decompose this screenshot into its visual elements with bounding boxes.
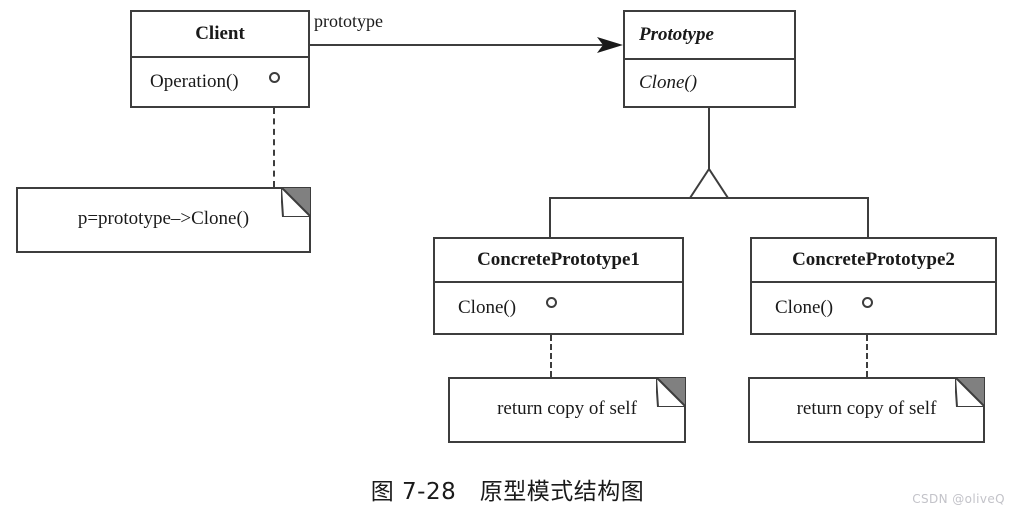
note-text: p=prototype–>Clone()	[77, 208, 250, 229]
class-name-client: Client	[132, 12, 308, 58]
interface-lollipop-concreteprototype1	[546, 297, 557, 308]
note-box-concreteprototype2[interactable]: return copy of self	[748, 377, 985, 443]
generalization-triangle-icon	[688, 167, 730, 199]
note-fold-corner-icon	[656, 377, 686, 407]
class-members-concreteprototype2: Clone()	[752, 283, 995, 333]
class-members-concreteprototype1: Clone()	[435, 283, 682, 333]
generalization-bus	[549, 197, 869, 199]
class-name-concreteprototype2: ConcretePrototype2	[752, 239, 995, 283]
note-anchor-concreteprototype1	[550, 335, 552, 377]
class-members-prototype: Clone()	[625, 60, 794, 106]
generalization-drop-concreteprototype2	[867, 197, 869, 237]
watermark: CSDN @oliveQ	[912, 492, 1005, 506]
class-name-text: Prototype	[639, 24, 714, 45]
class-member-text: Clone()	[639, 72, 698, 93]
class-member-text: Operation()	[150, 71, 239, 92]
note-text: return copy of self	[497, 398, 637, 419]
interface-lollipop-concreteprototype2	[862, 297, 873, 308]
class-box-client[interactable]: Client Operation()	[130, 10, 310, 108]
class-name-text: ConcretePrototype2	[792, 249, 955, 270]
class-member-text: Clone()	[458, 297, 517, 318]
note-box-client[interactable]: p=prototype–>Clone()	[16, 187, 311, 253]
interface-lollipop-client	[269, 72, 280, 83]
class-name-prototype: Prototype	[625, 12, 794, 60]
note-anchor-concreteprototype2	[866, 335, 868, 377]
note-fold-corner-icon	[955, 377, 985, 407]
note-box-concreteprototype1[interactable]: return copy of self	[448, 377, 686, 443]
class-member-text: Clone()	[775, 297, 834, 318]
generalization-drop-concreteprototype1	[549, 197, 551, 237]
class-members-client: Operation()	[132, 58, 308, 106]
note-text: return copy of self	[796, 398, 937, 419]
class-name-concreteprototype1: ConcretePrototype1	[435, 239, 682, 283]
class-name-text: Client	[195, 23, 245, 44]
generalization-stem	[708, 108, 710, 171]
diagram-canvas: Client Operation() Prototype Clone() Con…	[0, 0, 1015, 512]
association-label-prototype: prototype	[314, 11, 383, 31]
class-box-concreteprototype1[interactable]: ConcretePrototype1 Clone()	[433, 237, 684, 335]
class-name-text: ConcretePrototype1	[477, 249, 640, 270]
figure-caption: 图 7-28 原型模式结构图	[370, 479, 645, 505]
class-box-concreteprototype2[interactable]: ConcretePrototype2 Clone()	[750, 237, 997, 335]
note-anchor-client	[273, 108, 275, 187]
note-fold-corner-icon	[281, 187, 311, 217]
class-box-prototype[interactable]: Prototype Clone()	[623, 10, 796, 108]
association-line-client-prototype	[310, 44, 610, 46]
